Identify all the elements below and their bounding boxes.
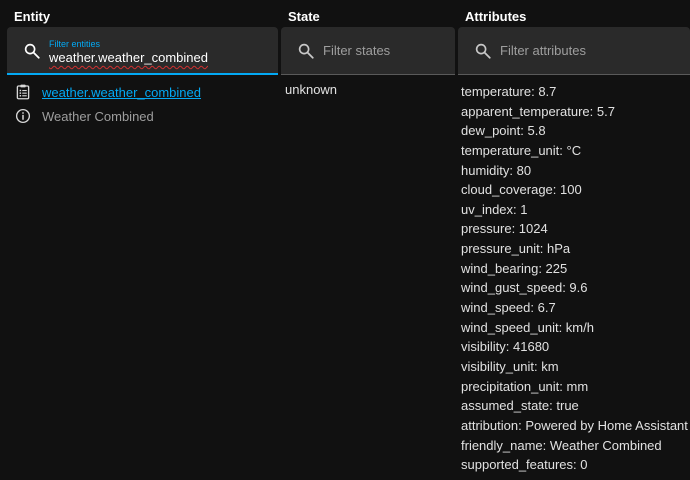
column-header-attributes: Attributes — [465, 9, 527, 24]
attribute-item: wind_speed: 6.7 — [461, 300, 556, 316]
entity-id-row: weather.weather_combined — [14, 82, 201, 102]
attribute-item: uv_index: 1 — [461, 201, 528, 217]
entity-filter-label: Filter entities — [49, 39, 101, 49]
attribute-list: temperature: 8.7 apparent_temperature: 5… — [461, 82, 688, 475]
entity-friendly-name: Weather Combined — [42, 108, 154, 124]
attribute-item: pressure: 1024 — [461, 221, 548, 237]
attribute-item: visibility: 41680 — [461, 339, 550, 355]
table-header: Entity State Attributes — [0, 0, 690, 28]
attributes-filter-placeholder: Filter attributes — [500, 43, 586, 58]
column-header-entity: Entity — [14, 9, 51, 24]
clipboard-list-icon[interactable] — [14, 83, 32, 101]
column-header-state: State — [288, 9, 320, 24]
entity-name-row: Weather Combined — [14, 106, 154, 126]
state-filter-placeholder: Filter states — [323, 43, 391, 58]
developer-tools-states: Entity State Attributes Filter entities … — [0, 0, 690, 480]
entity-filter-input[interactable]: Filter entities weather.weather_combined — [7, 27, 278, 75]
attribute-item: cloud_coverage: 100 — [461, 182, 582, 198]
attribute-item: apparent_temperature: 5.7 — [461, 103, 615, 119]
attribute-item: pressure_unit: hPa — [461, 241, 571, 257]
attribute-item: precipitation_unit: mm — [461, 378, 589, 394]
attribute-item: supported_features: 0 — [461, 457, 588, 473]
attribute-item: dew_point: 5.8 — [461, 123, 546, 139]
attribute-item: temperature_unit: °C — [461, 142, 582, 158]
attribute-item: visibility_unit: km — [461, 358, 559, 374]
entity-state-value: unknown — [285, 82, 338, 97]
search-icon — [24, 43, 40, 59]
attribute-item: attribution: Powered by Home Assistant — [461, 417, 688, 433]
attribute-item: wind_bearing: 225 — [461, 260, 568, 276]
attribute-item: friendly_name: Weather Combined — [461, 437, 662, 453]
attribute-item: humidity: 80 — [461, 162, 532, 178]
information-outline-icon[interactable] — [14, 107, 32, 125]
state-filter-input[interactable]: Filter states — [281, 27, 455, 75]
attributes-filter-input[interactable]: Filter attributes — [458, 27, 690, 75]
attribute-item: temperature: 8.7 — [461, 84, 557, 99]
entity-id-link[interactable]: weather.weather_combined — [42, 85, 201, 100]
attribute-item: wind_gust_speed: 9.6 — [461, 280, 588, 296]
attribute-item: wind_speed_unit: km/h — [461, 319, 594, 335]
search-icon — [475, 43, 491, 59]
attribute-item: assumed_state: true — [461, 398, 579, 414]
entity-filter-value[interactable]: weather.weather_combined — [49, 50, 208, 65]
search-icon — [298, 43, 314, 59]
